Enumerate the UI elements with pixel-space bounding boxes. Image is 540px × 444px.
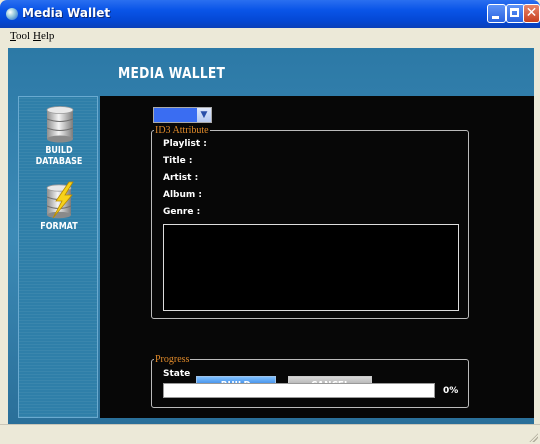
chevron-down-icon[interactable]: ▼ [197,108,211,122]
title-bar[interactable]: Media Wallet ✕ [0,0,540,28]
progress-legend: Progress [155,354,190,365]
field-artist-label: Artist : [163,173,199,183]
playlist-dropdown[interactable]: ▼ [153,107,212,123]
close-icon: ✕ [525,5,538,21]
format-lightning-icon[interactable] [44,181,76,219]
menu-bar: Tool Help [0,28,540,46]
app-icon [6,8,18,20]
field-genre-label: Genre : [163,207,201,217]
track-list[interactable] [163,224,459,311]
field-playlist-label: Playlist : [163,139,207,149]
window-title: Media Wallet [22,6,111,20]
field-album: Album : [163,190,206,200]
menu-help[interactable]: Help [33,30,54,42]
field-title-label: Title : [163,156,193,166]
progress-group: Progress [151,354,469,408]
progress-bar [163,383,435,398]
menu-tool[interactable]: Tool [10,30,30,42]
maximize-icon [510,8,519,17]
status-bar [0,424,540,444]
database-icon[interactable] [44,105,76,143]
field-playlist: Playlist : [163,139,211,149]
app-panel: MEDIA WALLET BUILD DATABASE FORMAT ▼ ID3… [8,48,534,424]
field-title: Title : [163,156,196,166]
field-artist: Artist : [163,173,202,183]
state-label: State [163,369,191,379]
sidebar-item-build-database[interactable]: BUILD DATABASE [27,145,91,167]
id3-attribute-legend: ID3 Attribute [155,125,209,136]
minimize-button[interactable] [487,4,506,23]
close-button[interactable]: ✕ [523,4,540,23]
field-album-label: Album : [163,190,203,200]
sidebar-item-format[interactable]: FORMAT [27,221,91,232]
sidebar: BUILD DATABASE FORMAT [18,96,98,418]
window-body: MEDIA WALLET BUILD DATABASE FORMAT ▼ ID3… [0,46,540,424]
resize-grip-icon[interactable] [528,432,538,442]
progress-percent: 0% [443,386,459,396]
minimize-icon [492,16,499,19]
main-content: ▼ ID3 Attribute Playlist : Title : Artis… [100,96,534,418]
app-header-title: MEDIA WALLET [118,64,226,82]
field-genre: Genre : [163,207,204,217]
